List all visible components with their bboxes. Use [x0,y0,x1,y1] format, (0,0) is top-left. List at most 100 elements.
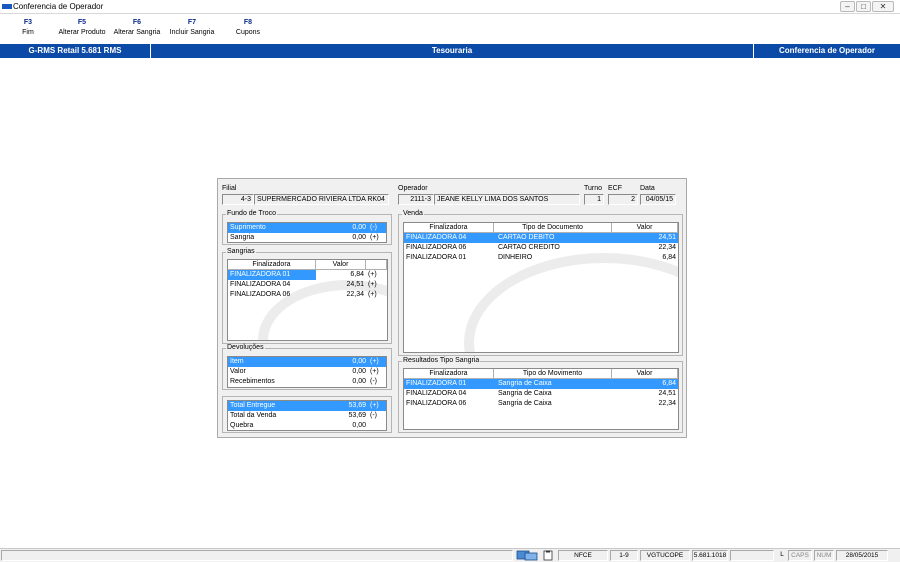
list-item[interactable]: Sangria 0,00 (+) [228,233,386,242]
fkey-label: Alterar Sangria [113,29,161,36]
table-row[interactable]: FINALIZADORA 04 24,51 (+) [228,280,387,290]
row-value: 24,51 [346,281,364,288]
fkey-code: F3 [23,19,33,26]
f6-alter-sangria-button[interactable]: F6 Alterar Sangria [112,19,162,36]
table-row[interactable]: FINALIZADORA 04 Sangria de Caixa 24,51 [404,389,678,399]
column-header[interactable]: Finalizadora [404,369,494,379]
row-valor: 6,84 [662,254,676,261]
column-header[interactable]: Tipo de Documento [494,223,612,233]
venda-table[interactable]: Finalizadora Tipo de Documento Valor FIN… [403,222,679,353]
list-item[interactable]: Suprimento 0,00 (-) [228,223,386,233]
maximize-button[interactable]: □ [856,1,871,12]
sangrias-group: Sangrias Finalizadora Valor FINALIZADORA… [222,248,392,344]
operador-name-field: JEANE KELLY LIMA DOS SANTOS [434,194,580,205]
status-version: 5.681.1018 [692,550,728,561]
group-title: Fundo de Troco [226,210,278,217]
table-row[interactable]: FINALIZADORA 06 22,34 (+) [228,290,387,300]
row-valor: 6,84 [662,380,676,387]
column-header[interactable]: Tipo do Movimento [494,369,612,379]
table-row[interactable]: FINALIZADORA 04 CARTAO DEBITO 24,51 [404,233,678,243]
devolucoes-group: Devoluções Item 0,00 (+) Valor 0,00 (+) … [222,344,392,390]
item-sign [370,421,386,430]
list-item[interactable]: Total Entregue 53,69 (+) [228,401,386,411]
f8-cupons-button[interactable]: F8 Cupons [232,19,264,36]
list-item[interactable]: Item 0,00 (+) [228,357,386,367]
item-label: Item [230,358,244,365]
row-tipo: CARTAO CREDITO [498,244,560,251]
row-sign: (+) [368,291,377,298]
ecf-field: 2 [608,194,638,205]
ecf-label: ECF [608,185,622,192]
group-title: Venda [402,210,424,217]
resultados-table[interactable]: Finalizadora Tipo do Movimento Valor FIN… [403,368,679,430]
turno-field: 1 [584,194,604,205]
group-title: Sangrias [226,248,256,255]
status-pdv: 1-9 [610,550,638,561]
screen-title: Conferencia de Operador [778,46,876,55]
list-item[interactable]: Valor 0,00 (+) [228,367,386,377]
fundo-troco-group: Fundo de Troco Suprimento 0,00 (-) Sangr… [222,210,392,245]
filial-code-field: 4-3 [222,194,254,205]
title-bar: Conferencia de Operador – □ ✕ [0,0,900,14]
status-date: 28/05/2015 [836,550,888,561]
status-bar: NFCE 1-9 VGTUCOPE 5.681.1018 L CAPS NUM … [0,548,900,562]
list-item[interactable]: Quebra 0,00 [228,421,386,430]
row-tipo: Sangria de Caixa [498,380,552,387]
table-row[interactable]: FINALIZADORA 01 6,84 (+) [228,270,387,280]
date-field: 04/05/15 [640,194,676,205]
row-finalizadora: FINALIZADORA 01 [406,380,467,387]
row-finalizadora: FINALIZADORA 06 [406,400,467,407]
fkey-label: Alterar Produto [58,29,106,36]
item-label: Total da Venda [230,412,277,419]
row-valor: 24,51 [658,234,676,241]
item-value: 0,00 [352,378,366,385]
row-finalizadora: FINALIZADORA 04 [230,281,291,288]
row-finalizadora: FINALIZADORA 04 [406,234,467,241]
group-title: Resultados Tipo Sangria [402,357,481,364]
operador-code-field: 2111-3 [398,194,434,205]
module-title: Tesouraria [431,46,473,55]
window-title: Conferencia de Operador [13,2,104,11]
list-item[interactable]: Total da Venda 53,69 (-) [228,411,386,421]
fkey-label: Cupons [235,29,261,36]
table-row[interactable]: FINALIZADORA 01 DINHEIRO 6,84 [404,253,678,263]
item-value: 0,00 [352,234,366,241]
column-header[interactable]: Finalizadora [228,260,316,270]
fkey-code: F8 [243,19,253,26]
operador-label: Operador [398,185,428,192]
status-caps: CAPS [788,550,812,561]
table-row[interactable]: FINALIZADORA 06 CARTAO CREDITO 22,34 [404,243,678,253]
item-sign: (+) [370,402,379,409]
row-sign: (+) [368,281,377,288]
status-mode: NFCE [558,550,608,561]
list-item[interactable]: Recebimentos 0,00 (-) [228,377,386,387]
row-sign: (+) [368,271,377,278]
devolucoes-list: Item 0,00 (+) Valor 0,00 (+) Recebimento… [227,356,387,388]
row-tipo: CARTAO DEBITO [498,234,555,241]
minimize-button[interactable]: – [840,1,855,12]
close-button[interactable]: ✕ [872,1,894,12]
row-value: 22,34 [346,291,364,298]
row-finalizadora: FINALIZADORA 06 [406,244,467,251]
row-tipo: DINHEIRO [498,254,533,261]
operator-check-dialog: Filial 4-3 SUPERMERCADO RIVIERA LTDA RK0… [217,178,687,438]
column-header[interactable]: Valor [612,369,678,379]
f5-alter-product-button[interactable]: F5 Alterar Produto [56,19,108,36]
f7-include-sangria-button[interactable]: F7 Incluir Sangria [166,19,218,36]
table-row[interactable]: FINALIZADORA 01 Sangria de Caixa 6,84 [404,379,678,389]
table-row[interactable]: FINALIZADORA 06 Sangria de Caixa 22,34 [404,399,678,409]
item-label: Sangria [230,234,255,241]
background-watermark [464,253,678,352]
turno-label: Turno [584,185,603,192]
column-header[interactable]: Valor [612,223,678,233]
venda-group: Venda Finalizadora Tipo de Documento Val… [398,210,683,356]
column-header[interactable]: Finalizadora [404,223,494,233]
item-value: 0,00 [352,224,366,231]
column-header[interactable]: Valor [316,260,366,270]
fkey-label: Fim [22,29,34,36]
item-sign: (+) [370,358,379,365]
f3-exit-button[interactable]: F3 Fim [17,19,39,36]
row-tipo: Sangria de Caixa [498,390,552,397]
sangrias-list[interactable]: Finalizadora Valor FINALIZADORA 01 6,84 … [227,259,388,341]
fkey-code: F6 [132,19,142,26]
